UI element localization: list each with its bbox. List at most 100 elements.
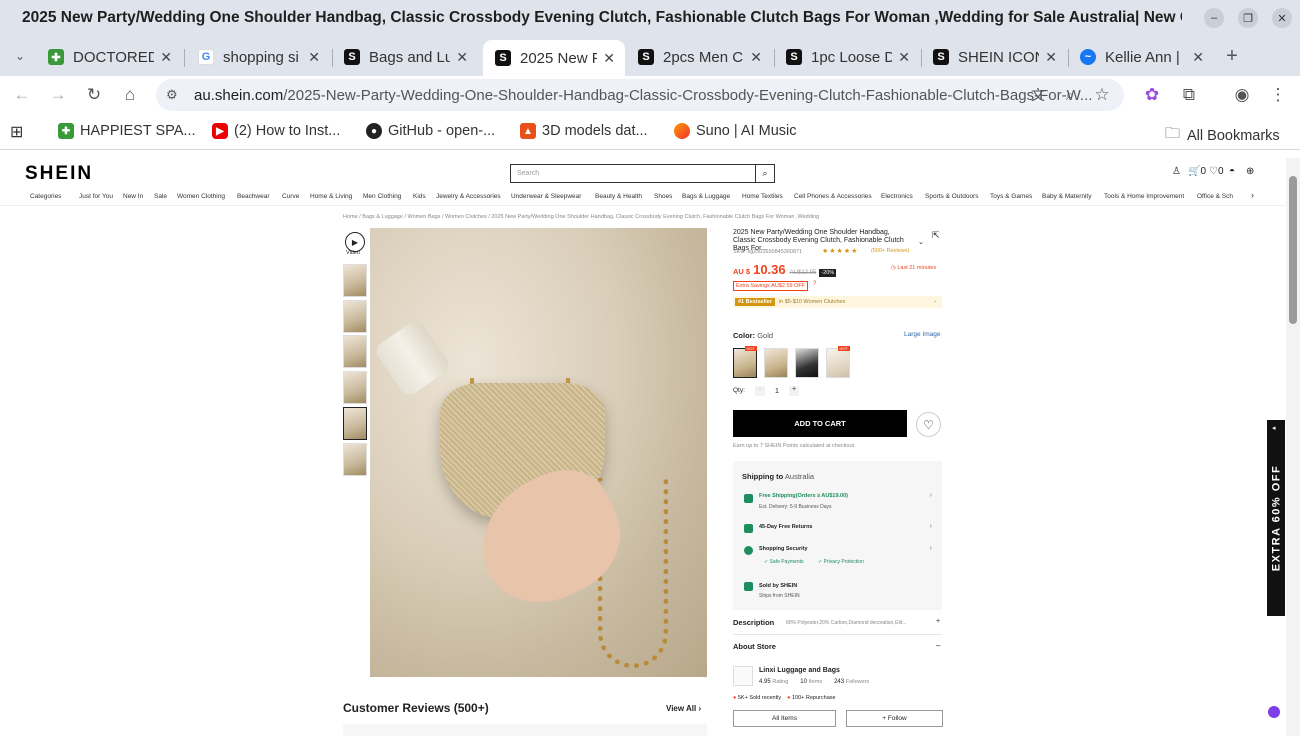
- tab-google-shopping[interactable]: G shopping si ✕: [186, 40, 330, 74]
- close-icon[interactable]: ✕: [456, 49, 468, 66]
- cart-icon[interactable]: 🛒0: [1188, 166, 1206, 177]
- collapse-icon[interactable]: –: [936, 641, 940, 650]
- banner-collapse-icon[interactable]: ◂: [1272, 424, 1276, 432]
- gallery-thumb[interactable]: [343, 300, 367, 333]
- cat-jewelry[interactable]: Jewelry & Accessories: [436, 193, 501, 200]
- heart-icon[interactable]: ♡0: [1209, 166, 1224, 177]
- gallery-thumb[interactable]: [343, 371, 367, 404]
- info-icon[interactable]: ?: [813, 281, 816, 287]
- back-icon[interactable]: ←: [12, 85, 32, 105]
- cat-kids[interactable]: Kids: [413, 193, 426, 200]
- restore-icon[interactable]: ❐: [1238, 8, 1258, 28]
- follow-button[interactable]: + Follow: [846, 710, 943, 727]
- bookmark-star-icon[interactable]: ☆: [1092, 85, 1112, 105]
- bookmark-suno[interactable]: Suno | AI Music: [674, 123, 796, 139]
- large-image-link[interactable]: Large Image: [904, 331, 941, 338]
- new-tab-icon[interactable]: +: [1222, 45, 1242, 67]
- bookmark-youtube[interactable]: ▶ (2) How to Inst...: [212, 123, 340, 139]
- add-to-cart-button[interactable]: ADD TO CART: [733, 410, 907, 437]
- gallery-thumb[interactable]: [343, 264, 367, 297]
- chevron-down-icon[interactable]: ⌄: [918, 238, 924, 246]
- home-icon[interactable]: ⌂: [120, 85, 140, 105]
- qty-minus-button[interactable]: -: [755, 386, 765, 396]
- gallery-thumb-selected[interactable]: [343, 407, 367, 440]
- cat-curve[interactable]: Curve: [282, 193, 299, 200]
- tab-current-product[interactable]: S 2025 New F ✕: [483, 40, 625, 76]
- tab-doctored[interactable]: ✚ DOCTORED ✕: [36, 40, 182, 74]
- cat-just-for-you[interactable]: Just for You: [79, 193, 113, 200]
- cat-categories[interactable]: Categories: [30, 193, 61, 200]
- cat-baby[interactable]: Baby & Maternity: [1042, 193, 1092, 200]
- menu-icon[interactable]: ⋮: [1268, 85, 1288, 105]
- tab-shein-icon[interactable]: S SHEIN ICON ✕: [921, 40, 1067, 74]
- user-icon[interactable]: ♙: [1172, 166, 1181, 177]
- cat-underwear[interactable]: Underwear & Sleepwear: [511, 193, 581, 200]
- cat-home-living[interactable]: Home & Living: [310, 193, 352, 200]
- support-icon[interactable]: ◓: [1229, 166, 1235, 177]
- cat-cell-phones[interactable]: Cell Phones & Accessories: [794, 193, 872, 200]
- share-icon[interactable]: ⇱: [932, 230, 940, 241]
- gallery-thumb[interactable]: [343, 443, 367, 476]
- all-items-button[interactable]: All Items: [733, 710, 836, 727]
- all-bookmarks[interactable]: 🗀 All Bookmarks: [1165, 123, 1280, 148]
- color-swatch[interactable]: [795, 348, 819, 378]
- wishlist-heart-icon[interactable]: ♡: [916, 412, 941, 437]
- tab-bags-luggage[interactable]: S Bags and Lu ✕: [332, 40, 478, 74]
- tab-men[interactable]: S 2pcs Men C ✕: [626, 40, 772, 74]
- cat-new-in[interactable]: New In: [123, 193, 143, 200]
- profile-icon[interactable]: ◉: [1232, 85, 1252, 105]
- extensions-icon[interactable]: ⧉: [1179, 85, 1199, 105]
- zoom-icon[interactable]: ⌕: [1060, 85, 1080, 105]
- close-icon[interactable]: ✕: [750, 49, 762, 66]
- chevron-right-icon[interactable]: ›: [930, 545, 932, 552]
- view-all-reviews[interactable]: View All ›: [666, 704, 701, 713]
- product-main-image[interactable]: [370, 228, 707, 677]
- qty-plus-button[interactable]: +: [789, 386, 799, 396]
- color-swatch-gold[interactable]: HOT: [733, 346, 757, 378]
- extension-brain-icon[interactable]: ✿: [1142, 85, 1162, 105]
- cat-bags[interactable]: Bags & Luggage: [682, 193, 730, 200]
- store-logo[interactable]: [733, 666, 753, 686]
- chevron-right-icon[interactable]: ›: [930, 492, 932, 499]
- shein-logo[interactable]: SHEIN: [25, 163, 93, 185]
- cat-shoes[interactable]: Shoes: [654, 193, 672, 200]
- close-icon[interactable]: ✕: [1192, 49, 1204, 66]
- tab-search-icon[interactable]: ⌄: [10, 46, 30, 66]
- cat-toys[interactable]: Toys & Games: [990, 193, 1032, 200]
- cat-men-clothing[interactable]: Men Clothing: [363, 193, 401, 200]
- shipping-country[interactable]: Australia: [785, 472, 814, 481]
- bestseller-bar[interactable]: #1 Bestseller in $5-$10 Women Clutches ›: [733, 296, 942, 308]
- translate-icon[interactable]: 文: [1028, 85, 1048, 105]
- cat-beachwear[interactable]: Beachwear: [237, 193, 270, 200]
- minimize-icon[interactable]: –: [1204, 8, 1224, 28]
- chevron-right-icon[interactable]: ›: [930, 523, 932, 530]
- bookmark-3d-models[interactable]: ▲ 3D models dat...: [520, 123, 648, 139]
- bookmark-happiest[interactable]: ✚ HAPPIEST SPA...: [58, 123, 196, 139]
- close-icon[interactable]: ✕: [603, 50, 615, 67]
- assistant-icon[interactable]: [1268, 706, 1280, 718]
- gallery-thumb[interactable]: [343, 335, 367, 368]
- globe-icon[interactable]: ⊕: [1246, 166, 1254, 177]
- cat-home-textiles[interactable]: Home Textiles: [742, 193, 783, 200]
- color-swatch[interactable]: HOT: [826, 346, 850, 378]
- cat-electronics[interactable]: Electronics: [881, 193, 913, 200]
- address-bar[interactable]: ⚙ au.shein.com/2025-New-Party-Wedding-On…: [156, 79, 1124, 111]
- page-scrollbar[interactable]: [1286, 158, 1300, 736]
- reload-icon[interactable]: ↻: [84, 85, 104, 105]
- quantity-stepper[interactable]: - 1 +: [755, 386, 799, 396]
- close-icon[interactable]: ✕: [160, 49, 172, 66]
- about-store-label[interactable]: About Store: [733, 642, 776, 651]
- apps-grid-icon[interactable]: ⊞: [10, 122, 23, 142]
- cat-sports[interactable]: Sports & Outdoors: [925, 193, 978, 200]
- qty-input[interactable]: 1: [765, 388, 789, 395]
- site-info-icon[interactable]: ⚙: [166, 87, 178, 103]
- close-icon[interactable]: ✕: [1045, 49, 1057, 66]
- cat-sale[interactable]: Sale: [154, 193, 167, 200]
- close-window-icon[interactable]: ✕: [1272, 8, 1292, 28]
- tab-kellie-ann[interactable]: ~ Kellie Ann | ✕: [1068, 40, 1214, 74]
- color-swatch[interactable]: [764, 348, 788, 378]
- cat-beauty[interactable]: Beauty & Health: [595, 193, 642, 200]
- store-name[interactable]: Linxi Luggage and Bags: [759, 667, 840, 674]
- description-label[interactable]: Description: [733, 618, 774, 627]
- play-video-icon[interactable]: ▶: [345, 232, 365, 252]
